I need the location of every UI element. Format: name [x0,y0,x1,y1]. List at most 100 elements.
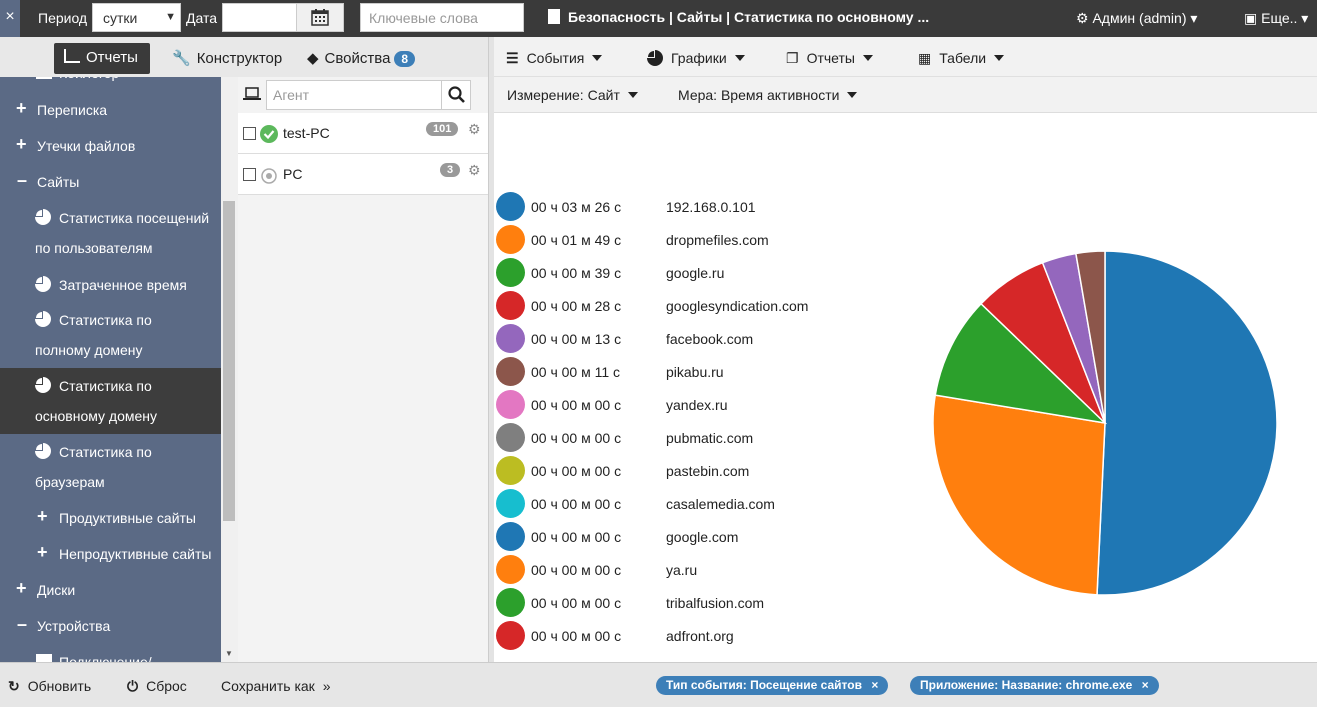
sidebar-item-unproductive[interactable]: + Непродуктивные сайты [0,536,221,572]
pie-slice-192-168-0-101[interactable] [1096,250,1278,596]
caret-down-icon [862,55,873,61]
legend-duration: 00 ч 00 м 39 с [531,265,622,281]
sidebar-item-label: Утечки файлов [37,138,136,154]
save-as-button[interactable]: Сохранить как » [221,678,331,694]
filter-chip-application[interactable]: Приложение: Название: chrome.exe × [910,676,1159,695]
period-label: Период [38,10,88,26]
period-select[interactable]: сутки ▼ [92,3,181,32]
sidebar-item-label: Статистика посещений по пользователям [35,210,210,256]
tables-menu[interactable]: ▦ Табели [918,50,1005,67]
remove-filter-icon[interactable]: × [871,678,878,692]
legend-duration: 00 ч 00 м 00 с [531,562,622,578]
search-icon [448,86,465,103]
sidebar-item-productive[interactable]: + Продуктивные сайты [0,500,221,536]
double-chevron-right-icon: » [322,678,331,694]
agent-row[interactable]: test-PC 101 ⚙ [238,113,488,154]
properties-count-badge: 8 [394,51,416,67]
legend-swatch [496,621,525,650]
briefcase-icon: ▣ [1244,10,1258,26]
more-menu[interactable]: ▣ Еще.. ▾ [1244,10,1308,27]
agent-count-badge: 3 [440,163,461,177]
pie-icon [647,50,663,66]
agent-search-input[interactable]: Агент [266,80,470,110]
tag-icon: ◆ [307,50,319,67]
scrollbar-thumb[interactable] [223,201,235,521]
sidebar-item-label: Переписка [37,102,108,118]
remove-filter-icon[interactable]: × [1142,678,1149,692]
agent-checkbox[interactable] [243,127,256,140]
reset-label: Сброс [146,678,187,694]
sidebar-item-browsers[interactable]: Статистика по браузерам [0,434,221,500]
gears-icon[interactable]: ⚙ [468,162,481,179]
sidebar-item-chat[interactable]: + Переписка [0,92,221,128]
sidebar-item-disks[interactable]: + Диски [0,572,221,608]
pie-icon [35,276,51,292]
sidebar-item-visits-by-user[interactable]: Статистика посещений по пользователям [0,200,221,266]
sidebar-item-time-spent[interactable]: Затраченное время [0,266,221,302]
agent-row[interactable]: PC 3 ⚙ [238,154,488,195]
tab-reports[interactable]: Отчеты [54,43,150,74]
legend-duration: 00 ч 00 м 00 с [531,529,622,545]
legend-swatch [496,225,525,254]
reset-button[interactable]: ⏻ Сброс [127,678,187,695]
minus-icon: – [17,170,28,190]
gears-icon[interactable]: ⚙ [468,121,481,138]
panel-splitter[interactable] [488,37,494,662]
refresh-icon: ↻ [8,678,20,694]
tab-label: Свойства [324,50,391,67]
scroll-down-icon[interactable]: ▼ [225,649,233,658]
dimension-label: Измерение: Сайт [507,87,620,103]
legend-site: adfront.org [666,628,734,644]
keywords-input[interactable]: Ключевые слова [360,3,524,32]
sidebar-scrollbar[interactable]: ▼ [221,77,238,662]
sidebar-item-label: Статистика по основному домену [35,378,158,424]
admin-menu[interactable]: ⚙ Админ (admin) ▾ [1076,10,1197,27]
dimension-row: Измерение: Сайт Мера: Время активности [494,77,1317,113]
reports-menu[interactable]: ❐ Отчеты [786,50,873,67]
main-toolbar: ☰ События Графики ❐ Отчеты ▦ Табели [494,37,1317,77]
bar-chart-icon [64,49,80,63]
legend-swatch [496,522,525,551]
sidebar-item-devices[interactable]: – Устройства [0,608,221,644]
agent-checkbox[interactable] [243,168,256,181]
tab-label: Отчеты [86,49,138,66]
legend-site: pastebin.com [666,463,750,479]
measure-select[interactable]: Мера: Время активности [678,87,858,103]
sidebar-item-label: Статистика по браузерам [35,444,152,490]
wrench-icon: 🔧 [172,50,191,67]
tab-properties[interactable]: ◆ Свойства 8 [307,43,416,74]
legend-duration: 00 ч 01 м 49 с [531,232,622,248]
sidebar-item-label: Затраченное время [59,277,187,293]
legend-site: tribalfusion.com [666,595,765,611]
sidebar-item-sites[interactable]: – Сайты [0,164,221,200]
legend-swatch [496,588,525,617]
sidebar-item-main-domain[interactable]: Статистика по основному домену [0,368,221,434]
tab-label: Конструктор [196,50,283,67]
plus-icon: + [16,578,27,598]
agents-panel: Агент test-PC 101 ⚙ PC 3 ⚙ [238,77,488,662]
calendar-button[interactable] [296,3,344,32]
pie-slice-dropmefiles-com[interactable] [932,394,1106,596]
sidebar-item-connections[interactable]: Подключение/ [0,644,221,662]
dimension-select[interactable]: Измерение: Сайт [507,87,638,103]
sidebar-item-label: Статистика по полному домену [35,312,152,358]
filter-chip-event-type[interactable]: Тип события: Посещение сайтов × [656,676,889,695]
legend-duration: 00 ч 00 м 00 с [531,463,622,479]
copy-icon: ❐ [786,50,799,66]
caret-down-icon: ▼ [165,11,176,23]
legend-duration: 00 ч 00 м 28 с [531,298,622,314]
charts-menu[interactable]: Графики [647,50,745,66]
tab-builder[interactable]: 🔧 Конструктор [172,43,282,74]
date-input[interactable] [222,3,297,32]
agent-search-button[interactable] [441,80,471,110]
gears-icon: ⚙ [1076,10,1089,26]
offline-radio-icon [261,168,277,184]
sidebar-item-full-domain[interactable]: Статистика по полному домену [0,302,221,368]
sidebar-item-file-leaks[interactable]: + Утечки файлов [0,128,221,164]
close-icon[interactable]: × [0,0,20,37]
legend-swatch [496,291,525,320]
page-title: Безопасность | Сайты | Статистика по осн… [548,9,929,25]
legend-site: dropmefiles.com [666,232,769,248]
refresh-button[interactable]: ↻ Обновить [8,678,91,695]
events-menu[interactable]: ☰ События [506,50,603,67]
